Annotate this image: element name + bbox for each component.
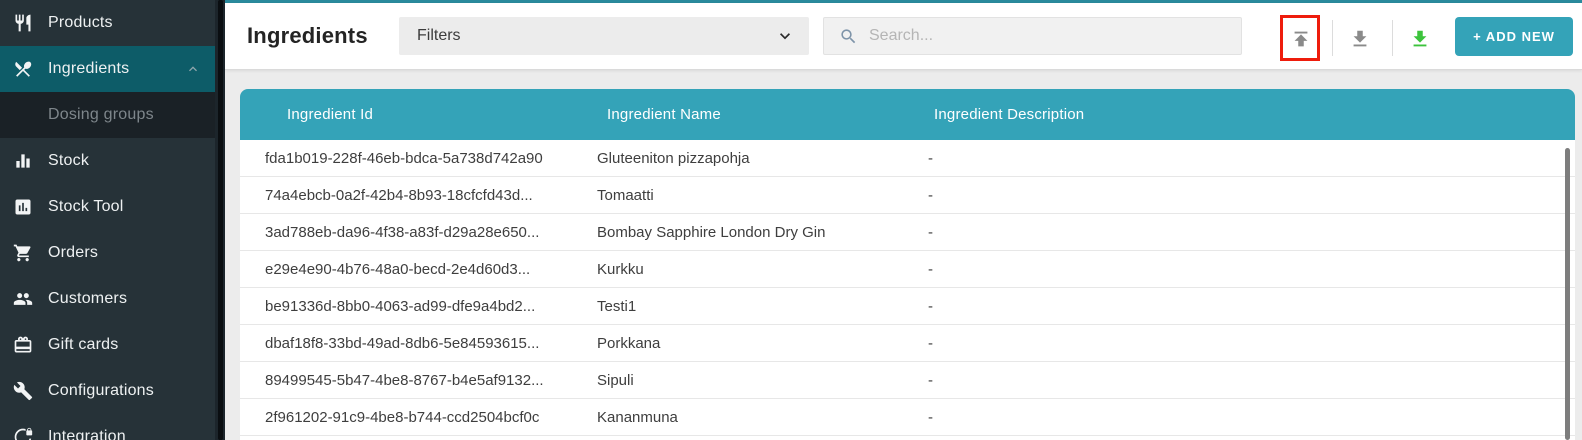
table-row[interactable]: be91336d-8bb0-4063-ad99-dfe9a4bd2... Tes…: [240, 288, 1575, 325]
page-toolbar: Ingredients Filters: [225, 3, 1582, 70]
download-icon: [1349, 28, 1371, 50]
people-icon: [13, 289, 33, 309]
cell-ingredient-description: -: [912, 335, 1575, 352]
sidebar-item-label: Products: [48, 14, 113, 32]
chevron-up-icon: [185, 61, 201, 77]
table-row[interactable]: 89499545-5b47-4be8-8767-b4e5af9132... Si…: [240, 362, 1575, 399]
table-row[interactable]: 74a4ebcb-0a2f-42b4-8b93-18cfcfd43d... To…: [240, 177, 1575, 214]
sidebar-item-orders[interactable]: Orders: [0, 230, 215, 276]
sidebar-item-integration[interactable]: Integration: [0, 414, 215, 440]
cell-ingredient-id: dbaf18f8-33bd-49ad-8db6-5e84593615...: [240, 335, 582, 352]
sidebar-item-label: Gift cards: [48, 336, 118, 354]
sidebar-item-label: Dosing groups: [48, 106, 154, 124]
cell-ingredient-id: 3ad788eb-da96-4f38-a83f-d29a28e650...: [240, 224, 582, 241]
cell-ingredient-description: -: [912, 187, 1575, 204]
search-input[interactable]: [869, 27, 1241, 45]
cell-ingredient-id: 2f961202-91c9-4be8-b744-ccd2504bcf0c: [240, 409, 582, 426]
filters-dropdown[interactable]: Filters: [399, 17, 809, 55]
cell-ingredient-name: Testi1: [582, 298, 912, 315]
cell-ingredient-name: Tomaatti: [582, 187, 912, 204]
upload-button[interactable]: [1286, 24, 1316, 54]
cell-ingredient-description: -: [912, 150, 1575, 167]
sidebar-item-label: Integration: [48, 428, 126, 440]
filters-label: Filters: [417, 27, 461, 45]
sidebar-item-stock[interactable]: Stock: [0, 138, 215, 184]
column-header-ingredient-id: Ingredient Id: [240, 106, 582, 123]
table-row[interactable]: dbaf18f8-33bd-49ad-8db6-5e84593615... Po…: [240, 325, 1575, 362]
sidebar-item-label: Configurations: [48, 382, 154, 400]
sidebar-item-label: Orders: [48, 244, 98, 262]
restaurant-icon: [13, 13, 33, 33]
cell-ingredient-name: Gluteeniton pizzapohja: [582, 150, 912, 167]
cell-ingredient-description: -: [912, 409, 1575, 426]
sidebar: Products Ingredients Dosing groups Stock: [0, 0, 225, 440]
table-scrollbar-thumb[interactable]: [1565, 148, 1570, 440]
wrench-icon: [13, 381, 33, 401]
download-icon: [1409, 28, 1431, 50]
main-content: Ingredients Filters: [225, 0, 1582, 440]
cell-ingredient-name: Kananmuna: [582, 409, 912, 426]
download-green-button[interactable]: [1405, 24, 1435, 54]
cell-ingredient-name: Sipuli: [582, 372, 912, 389]
cell-ingredient-name: Bombay Sapphire London Dry Gin: [582, 224, 912, 241]
cell-ingredient-name: Kurkku: [582, 261, 912, 278]
sidebar-item-label: Stock Tool: [48, 198, 124, 216]
sidebar-item-label: Stock: [48, 152, 89, 170]
cell-ingredient-description: -: [912, 261, 1575, 278]
sidebar-item-stock-tool[interactable]: Stock Tool: [0, 184, 215, 230]
column-header-ingredient-description: Ingredient Description: [912, 106, 1575, 123]
app-window: Products Ingredients Dosing groups Stock: [0, 0, 1582, 440]
chart-box-icon: [13, 197, 33, 217]
upload-icon: [1290, 28, 1312, 50]
integration-icon: [13, 427, 33, 440]
search-box: [823, 17, 1242, 55]
add-new-button[interactable]: + ADD NEW: [1455, 17, 1573, 56]
sidebar-item-label: Customers: [48, 290, 127, 308]
restaurant-menu-icon: [13, 59, 33, 79]
bar-chart-icon: [13, 151, 33, 171]
cell-ingredient-description: -: [912, 372, 1575, 389]
sidebar-item-configurations[interactable]: Configurations: [0, 368, 215, 414]
sidebar-item-customers[interactable]: Customers: [0, 276, 215, 322]
sidebar-item-gift-cards[interactable]: Gift cards: [0, 322, 215, 368]
ingredients-table: Ingredient Id Ingredient Name Ingredient…: [240, 89, 1575, 440]
table-row[interactable]: e29e4e90-4b76-48a0-becd-2e4d60d3... Kurk…: [240, 251, 1575, 288]
page-title: Ingredients: [247, 23, 368, 49]
cell-ingredient-id: fda1b019-228f-46eb-bdca-5a738d742a90: [240, 150, 582, 167]
column-header-ingredient-name: Ingredient Name: [582, 106, 912, 123]
sidebar-nav: Products Ingredients Dosing groups Stock: [0, 0, 215, 440]
sidebar-item-ingredients[interactable]: Ingredients: [0, 46, 215, 92]
toolbar-divider: [1392, 20, 1393, 56]
sidebar-item-dosing-groups[interactable]: Dosing groups: [0, 92, 215, 138]
sidebar-item-label: Ingredients: [48, 60, 129, 78]
cell-ingredient-id: e29e4e90-4b76-48a0-becd-2e4d60d3...: [240, 261, 582, 278]
search-icon: [839, 27, 858, 46]
cell-ingredient-id: be91336d-8bb0-4063-ad99-dfe9a4bd2...: [240, 298, 582, 315]
toolbar-divider: [1332, 20, 1333, 56]
sidebar-item-products[interactable]: Products: [0, 0, 215, 46]
table-body: fda1b019-228f-46eb-bdca-5a738d742a90 Glu…: [240, 140, 1575, 440]
sidebar-scrollbar-thumb[interactable]: [218, 0, 223, 440]
gift-card-icon: [13, 335, 33, 355]
cell-ingredient-name: Porkkana: [582, 335, 912, 352]
cart-icon: [13, 243, 33, 263]
table-row[interactable]: fda1b019-228f-46eb-bdca-5a738d742a90 Glu…: [240, 140, 1575, 177]
cell-ingredient-description: -: [912, 224, 1575, 241]
cell-ingredient-id: 74a4ebcb-0a2f-42b4-8b93-18cfcfd43d...: [240, 187, 582, 204]
table-row[interactable]: 3ad788eb-da96-4f38-a83f-d29a28e650... Bo…: [240, 214, 1575, 251]
download-button[interactable]: [1345, 24, 1375, 54]
cell-ingredient-description: -: [912, 298, 1575, 315]
chevron-down-icon: [775, 26, 795, 46]
table-row[interactable]: 2f961202-91c9-4be8-b744-ccd2504bcf0c Kan…: [240, 399, 1575, 436]
cell-ingredient-id: 89499545-5b47-4be8-8767-b4e5af9132...: [240, 372, 582, 389]
table-header: Ingredient Id Ingredient Name Ingredient…: [240, 89, 1575, 140]
